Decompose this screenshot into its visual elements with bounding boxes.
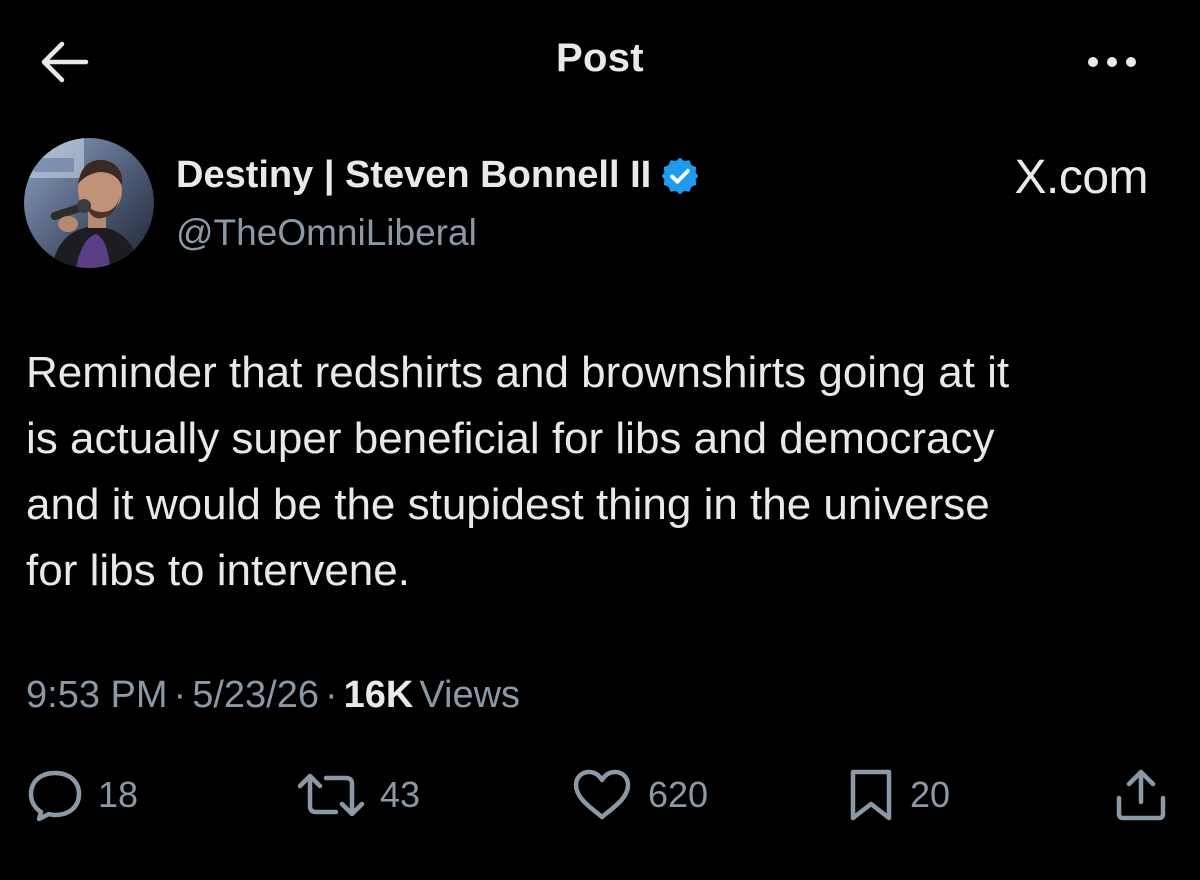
post-time[interactable]: 9:53 PM: [26, 674, 168, 717]
meta-separator: ·: [173, 674, 187, 716]
post-date[interactable]: 5/23/26: [192, 674, 319, 717]
like-button[interactable]: 620: [570, 760, 708, 830]
page-title: Post: [556, 36, 644, 80]
reply-count: 18: [98, 774, 139, 815]
meta-separator: ·: [324, 674, 338, 716]
bookmark-button[interactable]: 20: [846, 760, 950, 830]
views-count: 16K: [343, 674, 414, 716]
share-icon: [1116, 769, 1166, 821]
reply-icon: [28, 770, 82, 822]
post-text: Reminder that redshirts and brownshirts …: [26, 348, 1010, 595]
display-name[interactable]: Destiny | Steven Bonnell II: [176, 154, 651, 197]
repost-button[interactable]: 43: [296, 760, 420, 830]
share-button[interactable]: [1112, 760, 1170, 830]
display-name-row: Destiny | Steven Bonnell II: [176, 154, 701, 197]
repost-icon: [297, 773, 365, 817]
post-author: Destiny | Steven Bonnell II @TheOmniLibe…: [24, 138, 1174, 268]
avatar[interactable]: [24, 138, 154, 268]
ellipsis-icon: [1088, 57, 1136, 67]
user-handle[interactable]: @TheOmniLiberal: [176, 212, 477, 254]
heart-icon: [573, 769, 631, 820]
post-meta: 9:53 PM · 5/23/26 · 16K Views: [26, 674, 520, 717]
bookmark-icon: [850, 769, 892, 821]
action-bar: 18 43 620 20: [0, 760, 1200, 830]
like-count: 620: [648, 774, 709, 815]
more-options-button[interactable]: [1080, 42, 1144, 82]
top-bar: Post: [0, 0, 1200, 120]
views-label: Views: [419, 674, 521, 716]
repost-count: 43: [380, 774, 421, 815]
bookmark-count: 20: [910, 774, 951, 815]
reply-button[interactable]: 18: [26, 760, 138, 830]
brand-label: X.com: [1014, 151, 1148, 204]
verified-badge-icon[interactable]: [659, 155, 701, 197]
